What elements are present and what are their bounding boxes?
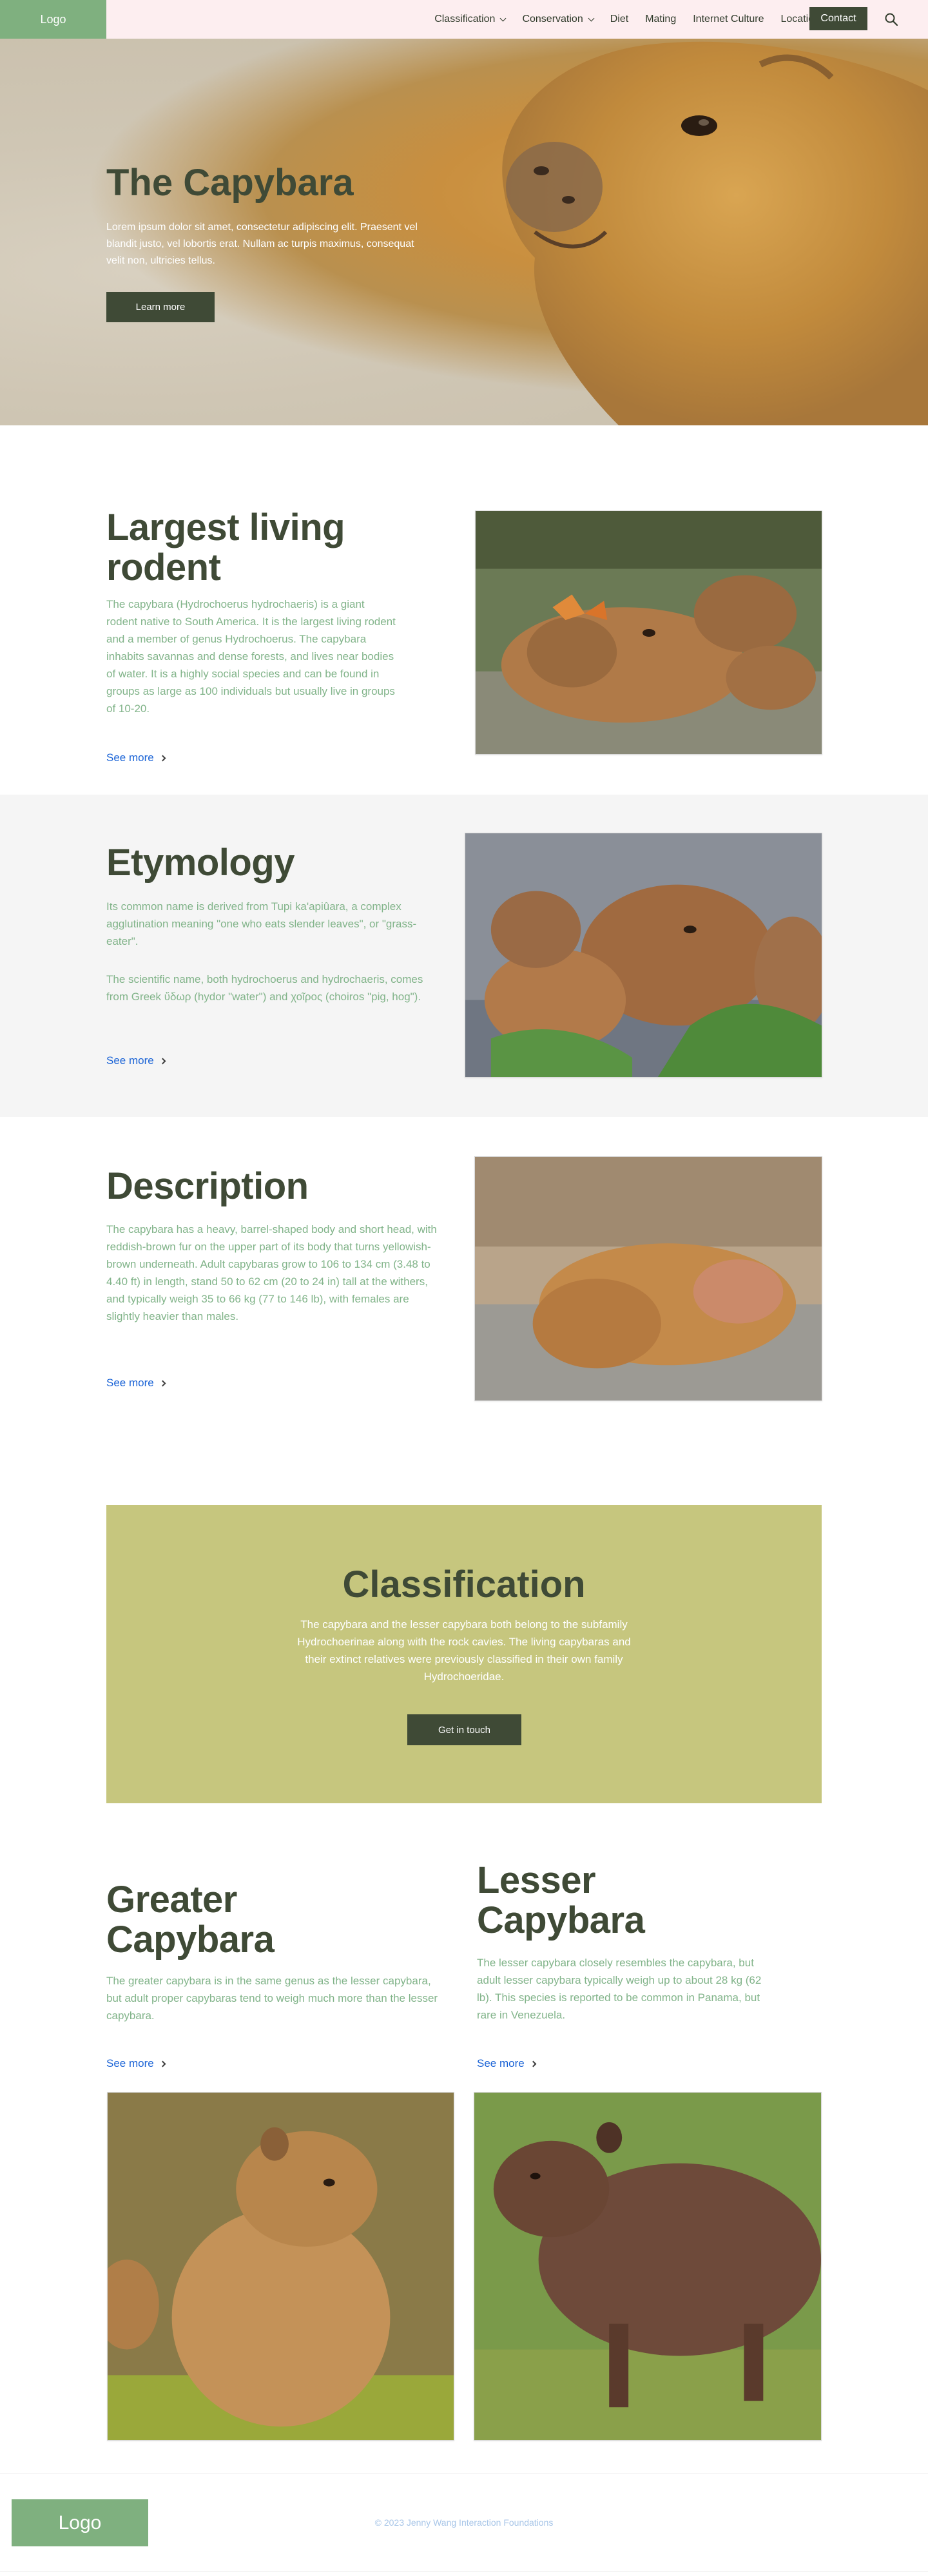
nav-link-classification[interactable]: Classification (434, 14, 507, 25)
greater-capybara-photo (107, 2092, 454, 2441)
greater-capybara-title: Greater Capybara (106, 1879, 275, 1961)
classification-title: Classification (342, 1564, 586, 1605)
nav-link-label: Conservation (522, 14, 583, 24)
lesser-capybara-body: The lesser capybara closely resembles th… (477, 1957, 762, 2021)
see-more-label: See more (477, 2057, 525, 2069)
nav-link-label: Classification (434, 14, 496, 24)
see-more-label: See more (106, 1054, 154, 1067)
top-nav: Logo Classification Conservation Diet Ma… (0, 0, 928, 39)
nav-link-mating[interactable]: Mating (645, 14, 676, 25)
nav-logo[interactable]: Logo (0, 0, 106, 39)
learn-more-button[interactable]: Learn more (106, 292, 215, 322)
see-more-link[interactable]: See more (477, 2057, 537, 2070)
nav-link-label: Internet Culture (693, 14, 764, 24)
nav-link-internet-culture[interactable]: Internet Culture (693, 14, 764, 25)
search-icon[interactable] (884, 12, 898, 26)
etymology-body-2: The scientific name, both hydrochoerus a… (106, 973, 423, 1003)
description-body: The capybara has a heavy, barrel-shaped … (106, 1223, 437, 1322)
see-more-link[interactable]: See more (106, 1054, 166, 1067)
footer-divider (0, 2571, 928, 2572)
see-more-label: See more (106, 1377, 154, 1389)
chevron-down-icon (588, 15, 595, 21)
hero-capybara-image (502, 41, 928, 425)
etymology-body-1: Its common name is derived from Tupi ka'… (106, 900, 417, 947)
see-more-link[interactable]: See more (106, 1377, 166, 1390)
hero-banner: The Capybara Lorem ipsum dolor sit amet,… (0, 39, 928, 425)
chevron-right-icon (159, 755, 166, 761)
chevron-right-icon (159, 1380, 166, 1386)
nav-link-diet[interactable]: Diet (610, 14, 628, 25)
classification-text: The capybara and the lesser capybara bot… (297, 1618, 631, 1683)
see-more-link[interactable]: See more (106, 751, 166, 764)
chevron-down-icon (500, 15, 507, 21)
see-more-label: See more (106, 2057, 154, 2069)
largest-rodent-body: The capybara (Hydrochoerus hydrochaeris)… (106, 598, 396, 715)
nav-link-label: Diet (610, 14, 629, 24)
capybara-photo-hotspring (475, 510, 822, 755)
capybara-photo-group (465, 833, 822, 1078)
hero-text: Lorem ipsum dolor sit amet, consectetur … (106, 222, 418, 266)
lesser-capybara-photo (474, 2092, 822, 2441)
largest-rodent-title: Largest living rodent (106, 507, 345, 588)
capybara-photo-lying (474, 1156, 822, 1401)
greater-capybara-body: The greater capybara is in the same genu… (106, 1975, 438, 2022)
nav-links: Classification Conservation Diet Mating … (434, 0, 825, 39)
chevron-right-icon (159, 1058, 166, 1064)
hero-title: The Capybara (106, 162, 354, 204)
nav-link-conservation[interactable]: Conservation (522, 14, 595, 25)
footer-copyright: © 2023 Jenny Wang Interaction Foundation… (374, 2517, 554, 2528)
chevron-right-icon (159, 2060, 166, 2067)
see-more-label: See more (106, 751, 154, 764)
get-in-touch-button[interactable]: Get in touch (407, 1714, 521, 1745)
lesser-capybara-title: Lesser Capybara (477, 1859, 645, 1941)
nav-link-label: Mating (645, 14, 677, 24)
contact-button[interactable]: Contact (809, 7, 867, 30)
classification-box: Classification The capybara and the less… (106, 1505, 822, 1803)
etymology-title: Etymology (106, 842, 295, 884)
description-title: Description (106, 1165, 309, 1207)
see-more-link[interactable]: See more (106, 2057, 166, 2070)
chevron-right-icon (530, 2060, 537, 2067)
